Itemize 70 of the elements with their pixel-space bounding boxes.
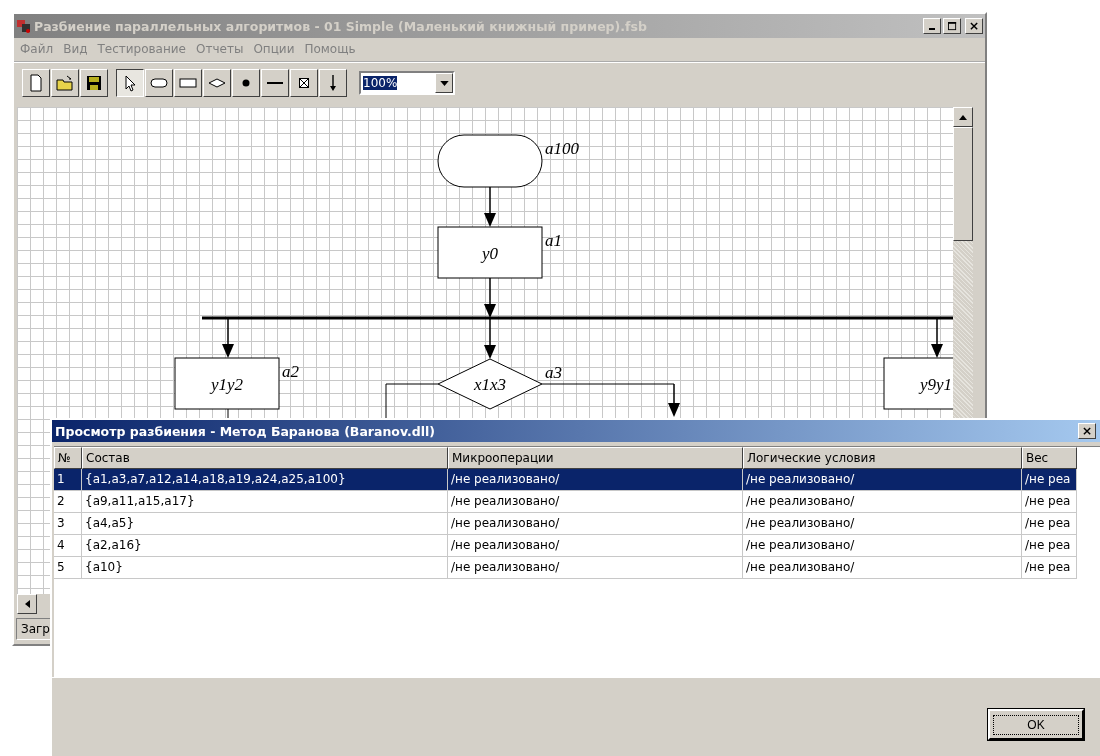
- ok-button[interactable]: OK: [988, 709, 1084, 740]
- dropdown-arrow-icon: [439, 80, 449, 86]
- shape-tool-button[interactable]: [116, 69, 144, 97]
- table-cell: /не реа: [1022, 469, 1077, 491]
- table-cell: /не реализовано/: [743, 535, 1022, 557]
- table-cell: 2: [54, 491, 82, 513]
- table-cell: 4: [54, 535, 82, 557]
- table-cell: /не реа: [1022, 513, 1077, 535]
- table-cell: 3: [54, 513, 82, 535]
- scroll-left-icon: [24, 600, 30, 608]
- connector-line: [385, 383, 439, 420]
- close-button[interactable]: [1078, 423, 1096, 439]
- table-cell: {a2,a16}: [82, 535, 448, 557]
- table-row[interactable]: 4 {a2,a16} /не реализовано/ /не реализовано/ /не реа: [54, 535, 1100, 557]
- table-cell: /не реализовано/: [743, 469, 1022, 491]
- table-cell: /не реа: [1022, 557, 1077, 579]
- node-tag: a1: [545, 231, 562, 250]
- table-cell: /не реализовано/: [448, 535, 743, 557]
- scroll-up-icon: [959, 114, 967, 120]
- table-cell: {a9,a11,a15,a17}: [82, 491, 448, 513]
- table-cell: /не реализовано/: [743, 513, 1022, 535]
- arrow: [484, 186, 496, 227]
- table-cell: /не реализовано/: [448, 513, 743, 535]
- close-icon: [969, 21, 979, 31]
- node-tag: a100: [545, 139, 579, 158]
- node-text: x1x3: [473, 375, 507, 394]
- node-text: y0: [482, 243, 498, 263]
- table-row[interactable]: 5 {a10} /не реализовано/ /не реализовано/ /не реа: [54, 557, 1100, 579]
- node-tag: a2: [282, 362, 299, 381]
- table-cell: /не реализовано/: [448, 491, 743, 513]
- table-cell: /не реа: [1022, 535, 1077, 557]
- arrow: [668, 383, 680, 417]
- open-icon: [55, 73, 75, 93]
- arrow: [222, 317, 234, 358]
- table-cell: /не реализовано/: [743, 557, 1022, 579]
- app-icon: [16, 18, 32, 34]
- column-header[interactable]: №: [54, 447, 82, 469]
- arrow: [484, 317, 496, 359]
- table-cell: {a4,a5}: [82, 513, 448, 535]
- table-cell: /не реализовано/: [743, 491, 1022, 513]
- zoom-dropdown[interactable]: 100%: [359, 71, 455, 95]
- maximize-icon: [947, 21, 957, 31]
- save-button[interactable]: [80, 69, 108, 97]
- node-text: y9y1: [919, 374, 953, 394]
- new-file-button[interactable]: [22, 69, 50, 97]
- table-cell: {a10}: [82, 557, 448, 579]
- minimize-icon: [929, 28, 935, 30]
- arrow: [931, 317, 943, 358]
- column-header[interactable]: Микрооперации: [448, 447, 743, 469]
- column-header[interactable]: Состав: [82, 447, 448, 469]
- table-cell: /не реализовано/: [448, 469, 743, 491]
- dialog-title: Просмотр разбиения - Метод Баранова (Baranov.dll): [55, 423, 436, 439]
- close-icon: [1082, 426, 1092, 436]
- table-cell: 1: [54, 469, 82, 491]
- arrow: [484, 277, 496, 318]
- connector-line: [227, 408, 229, 420]
- node-tag: a3: [545, 363, 562, 382]
- table-cell: {a1,a3,a7,a12,a14,a18,a19,a24,a25,a100}: [82, 469, 448, 491]
- open-button[interactable]: [51, 69, 79, 97]
- node-text: y1y2: [210, 374, 244, 394]
- table-cell: /не реализовано/: [448, 557, 743, 579]
- table-row[interactable]: 3 {a4,a5} /не реализовано/ /не реализовано/ /не реа: [54, 513, 1100, 535]
- save-icon: [84, 73, 104, 93]
- line-icon: [267, 81, 283, 85]
- column-header[interactable]: Вес: [1022, 447, 1077, 469]
- column-header[interactable]: Логические условия: [743, 447, 1022, 469]
- table-cell: /не реа: [1022, 491, 1077, 513]
- table-row[interactable]: 2 {a9,a11,a15,a17} /не реализовано/ /не реализовано/ /не реа: [54, 491, 1100, 513]
- table-row[interactable]: 1 {a1,a3,a7,a12,a14,a18,a19,a24,a25,a100} /не реализовано/ /не реализовано/ /не реа: [54, 469, 1100, 491]
- table-cell: 5: [54, 557, 82, 579]
